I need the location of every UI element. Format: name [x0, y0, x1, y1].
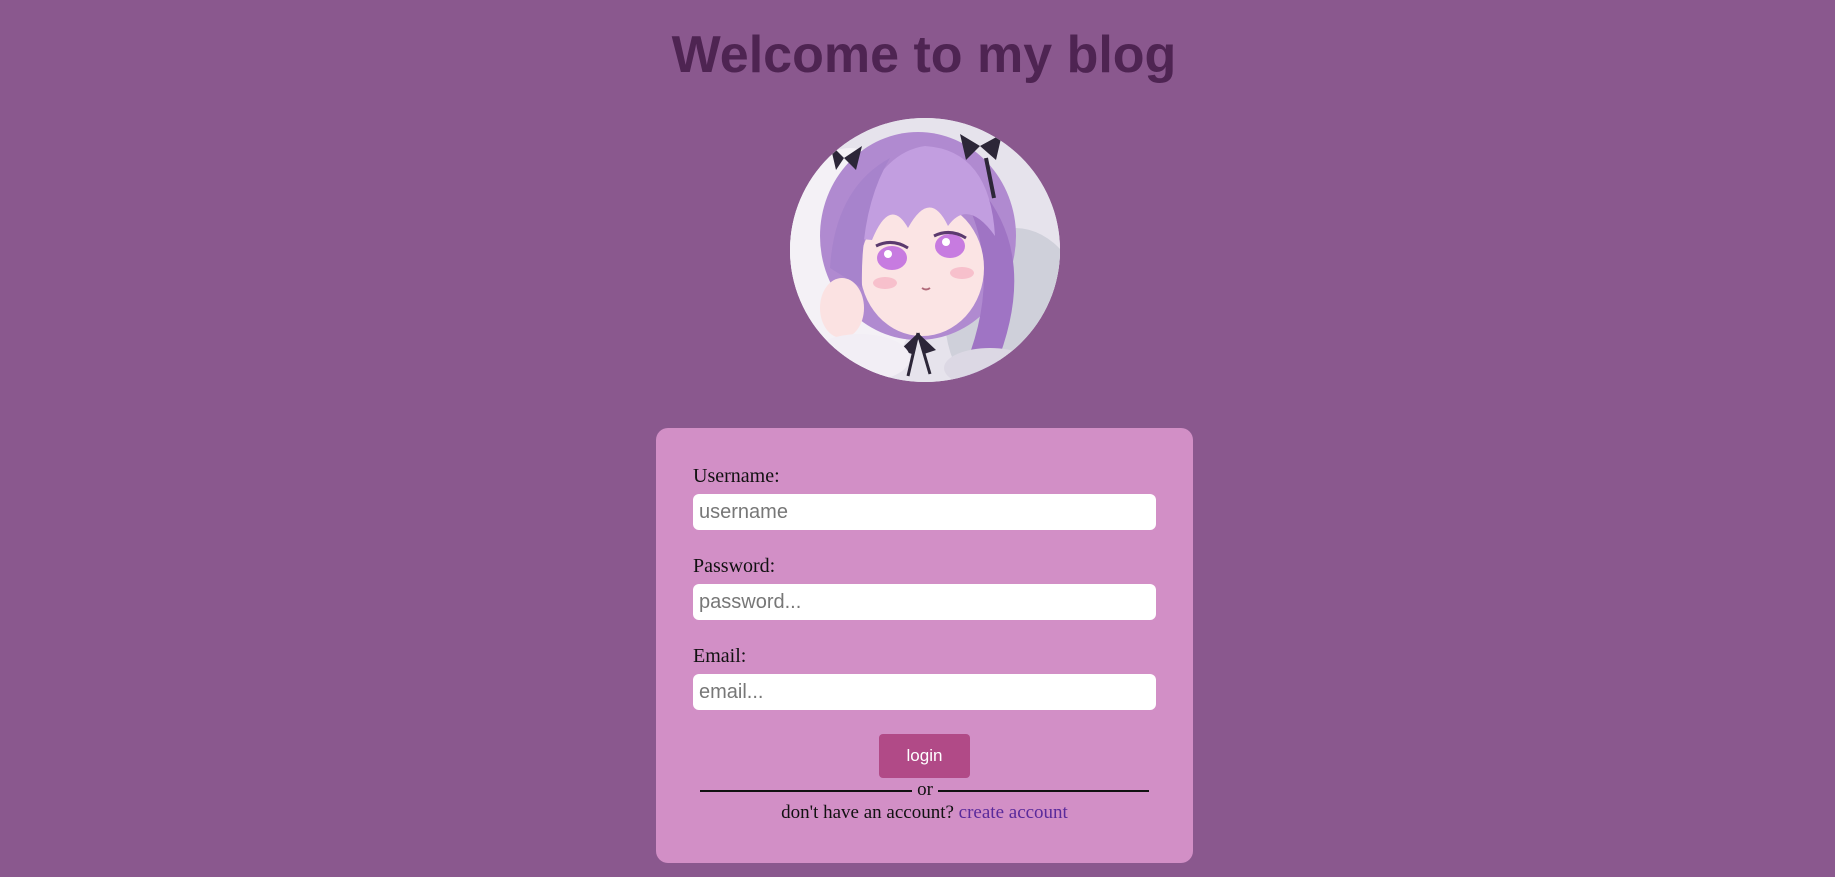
divider-text: or — [917, 779, 933, 800]
signup-prompt: don't have an account? — [781, 802, 954, 823]
page-title: Welcome to my blog — [671, 26, 1177, 84]
create-account-link[interactable]: create account — [959, 802, 1068, 823]
avatar-illustration-icon — [790, 118, 1060, 382]
login-card: Username: Password: Email: login or don'… — [656, 428, 1193, 863]
password-label: Password: — [693, 555, 776, 577]
login-button[interactable]: login — [879, 734, 970, 778]
username-input[interactable] — [693, 494, 1156, 530]
divider-line-right — [938, 790, 1149, 792]
avatar — [790, 118, 1060, 382]
signup-row: don't have an account? create account — [656, 801, 1193, 825]
password-input[interactable] — [693, 584, 1156, 620]
email-label: Email: — [693, 645, 747, 667]
email-input[interactable] — [693, 674, 1156, 710]
divider-line-left — [700, 790, 912, 792]
username-label: Username: — [693, 465, 780, 487]
